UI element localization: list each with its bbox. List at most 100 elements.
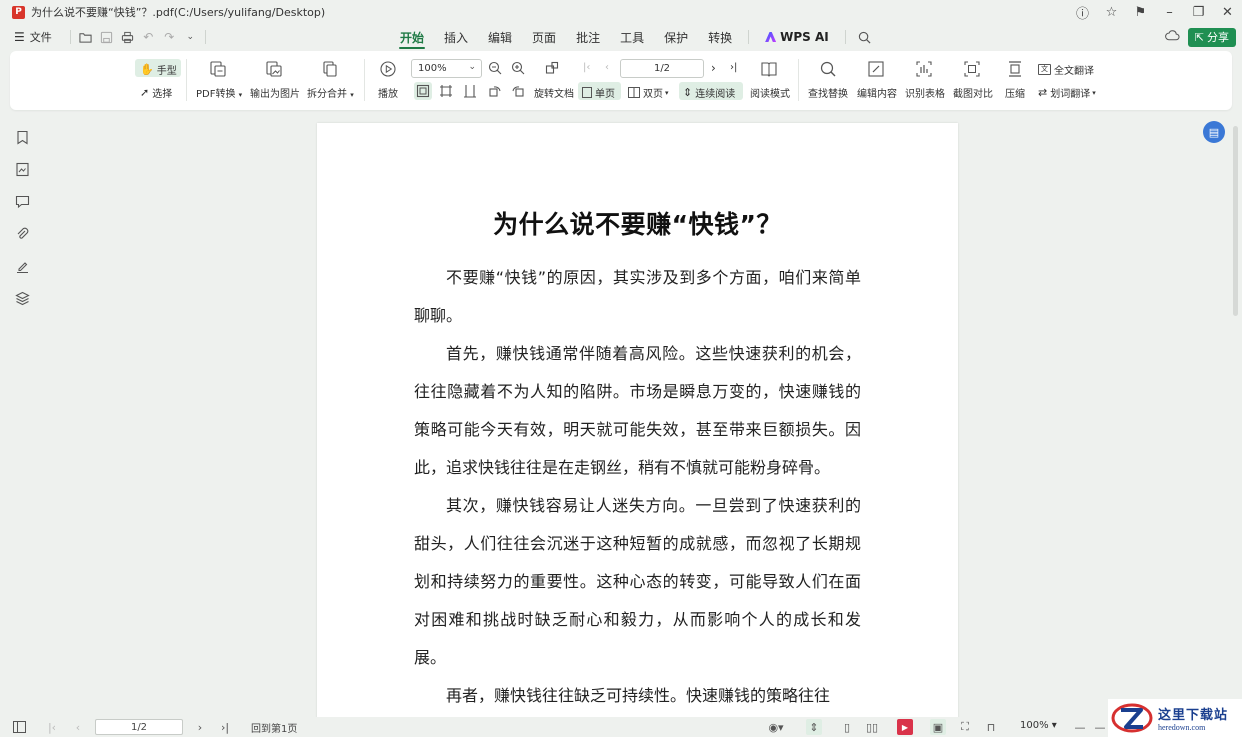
document-page[interactable]: 为什么说不要赚“快钱”？ 不要赚“快钱”的原因，其实涉及到多个方面，咱们来简单聊…	[317, 123, 958, 723]
info-icon[interactable]: ⓘ	[1068, 0, 1097, 24]
save-icon[interactable]	[96, 27, 117, 47]
print-icon[interactable]	[117, 27, 138, 47]
share-label: 分享	[1207, 31, 1229, 44]
status-zoom-value[interactable]: 100% ▾	[1020, 720, 1057, 731]
continuous-read-icon: ⇕	[683, 86, 693, 99]
chevron-down-icon[interactable]: ⌄	[180, 27, 201, 47]
continuous-read-button[interactable]: ⇕ 连续阅读	[683, 85, 735, 100]
window-title: 为什么说不要赚“快钱”？.pdf(C:/Users/yulifang/Deskt…	[31, 6, 326, 19]
edit-content-button[interactable]: 编辑内容	[857, 85, 897, 100]
cloud-sync-icon[interactable]	[1164, 29, 1180, 46]
zoom-out-icon[interactable]: —	[1072, 719, 1088, 735]
word-translate-button[interactable]: ⇄ 划词翻译 ▾	[1038, 85, 1096, 100]
comment-icon[interactable]	[14, 193, 30, 209]
single-page-button[interactable]: 单页	[582, 85, 615, 100]
menu-bar: ☰ 文件 ↶ ↷ ⌄ 开始 插入 编辑 页面 批注 工具 保护 转换 WPS A…	[0, 24, 1242, 50]
tab-edit[interactable]: 编辑	[478, 24, 522, 50]
actual-size-icon[interactable]: ⊓	[983, 719, 999, 735]
first-page-icon[interactable]: |‹	[44, 719, 60, 735]
rotate-right-icon[interactable]	[510, 83, 526, 99]
vertical-scrollbar[interactable]	[1233, 126, 1238, 316]
hand-tool-button[interactable]: ✋ 手型	[140, 62, 177, 77]
zoom-out-icon[interactable]	[487, 60, 503, 76]
tab-convert[interactable]: 转换	[698, 24, 742, 50]
compress-icon[interactable]	[1005, 59, 1025, 79]
continuous-view-icon[interactable]: ⇕	[806, 719, 822, 735]
find-replace-icon[interactable]	[818, 59, 838, 79]
layers-icon[interactable]	[14, 290, 30, 306]
next-page-icon[interactable]: ›	[711, 61, 716, 75]
page-number-input[interactable]: 1/2	[620, 59, 704, 78]
full-translate-button[interactable]: 文 全文翻译	[1038, 62, 1094, 77]
first-page-icon[interactable]: |‹	[583, 62, 590, 73]
status-page-input[interactable]: 1/2	[95, 719, 183, 735]
single-page-view-icon[interactable]: ▯	[839, 719, 855, 735]
screenshot-compare-icon[interactable]	[962, 59, 982, 79]
compress-button[interactable]: 压缩	[1005, 85, 1025, 100]
tab-wps-ai[interactable]: WPS AI	[755, 24, 839, 50]
rotate-icon[interactable]	[544, 60, 560, 76]
tab-tools[interactable]: 工具	[610, 24, 654, 50]
actual-size-icon[interactable]	[462, 83, 478, 99]
eye-protection-icon[interactable]: ◉▾	[764, 719, 788, 735]
play-button[interactable]: 播放	[378, 85, 398, 100]
read-mode-icon[interactable]	[759, 59, 779, 79]
double-page-view-icon[interactable]: ▯▯	[864, 719, 880, 735]
read-mode-button[interactable]: 阅读模式	[750, 85, 790, 100]
export-image-icon[interactable]	[264, 59, 284, 79]
find-replace-button[interactable]: 查找替换	[808, 85, 848, 100]
tab-insert[interactable]: 插入	[434, 24, 478, 50]
fit-page-icon[interactable]	[415, 83, 431, 99]
bookmark-icon[interactable]	[14, 129, 30, 145]
prev-page-icon[interactable]: ‹	[605, 62, 609, 73]
thumbnail-icon[interactable]	[14, 161, 30, 177]
split-merge-button[interactable]: 拆分合并 ▾	[307, 85, 354, 100]
rotate-left-icon[interactable]	[487, 83, 503, 99]
fit-width-icon[interactable]: ⛶	[957, 719, 973, 735]
fit-width-icon[interactable]	[438, 83, 454, 99]
select-tool-button[interactable]: ➚ 选择	[140, 85, 172, 100]
double-page-button[interactable]: 双页 ▾	[628, 85, 669, 100]
undo-icon[interactable]: ↶	[138, 27, 159, 47]
close-button[interactable]: ✕	[1213, 0, 1242, 24]
pdf-convert-button[interactable]: PDF转换 ▾	[196, 85, 242, 100]
floating-assistant-icon[interactable]: ▤	[1203, 121, 1225, 143]
tab-comment[interactable]: 批注	[566, 24, 610, 50]
share-button[interactable]: ⇱ 分享	[1187, 27, 1236, 47]
play-icon[interactable]	[378, 59, 398, 79]
last-page-icon[interactable]: ›|	[217, 719, 233, 735]
edit-content-icon[interactable]	[866, 59, 886, 79]
split-merge-icon[interactable]	[320, 59, 340, 79]
zoom-in-icon[interactable]	[510, 60, 526, 76]
fit-page-icon[interactable]: ▣	[930, 719, 946, 735]
attachment-icon[interactable]	[14, 226, 30, 242]
signature-icon[interactable]	[14, 258, 30, 274]
chevron-down-icon: ▾	[1092, 88, 1096, 97]
file-menu-button[interactable]: ☰ 文件	[14, 29, 52, 45]
export-image-button[interactable]: 输出为图片	[250, 85, 300, 100]
recognize-table-icon[interactable]	[914, 59, 934, 79]
rotate-document-button[interactable]: 旋转文档	[534, 85, 574, 100]
tab-page[interactable]: 页面	[522, 24, 566, 50]
redo-icon[interactable]: ↷	[159, 27, 180, 47]
zoom-select[interactable]: 100% ⌄	[411, 59, 482, 78]
open-folder-icon[interactable]	[75, 27, 96, 47]
prev-page-icon[interactable]: ‹	[70, 719, 86, 735]
sidebar-toggle-icon[interactable]	[11, 719, 27, 735]
zoom-slider[interactable]: —	[1092, 719, 1108, 735]
restore-button[interactable]: ❐	[1184, 0, 1213, 24]
pdf-convert-icon[interactable]	[208, 59, 228, 79]
play-slideshow-icon[interactable]: ▶	[897, 719, 913, 735]
left-sidebar	[0, 116, 44, 716]
feedback-icon[interactable]: ⚑	[1126, 0, 1155, 24]
last-page-icon[interactable]: ›|	[730, 62, 737, 73]
tab-home[interactable]: 开始	[390, 24, 434, 50]
pin-icon[interactable]: ☆	[1097, 0, 1126, 24]
search-icon[interactable]	[852, 24, 877, 50]
tab-protect[interactable]: 保护	[654, 24, 698, 50]
screenshot-compare-button[interactable]: 截图对比	[953, 85, 993, 100]
next-page-icon[interactable]: ›	[192, 719, 208, 735]
back-to-first-page-button[interactable]: 回到第1页	[251, 720, 297, 735]
minimize-button[interactable]: –	[1155, 0, 1184, 24]
recognize-table-button[interactable]: 识别表格	[905, 85, 945, 100]
